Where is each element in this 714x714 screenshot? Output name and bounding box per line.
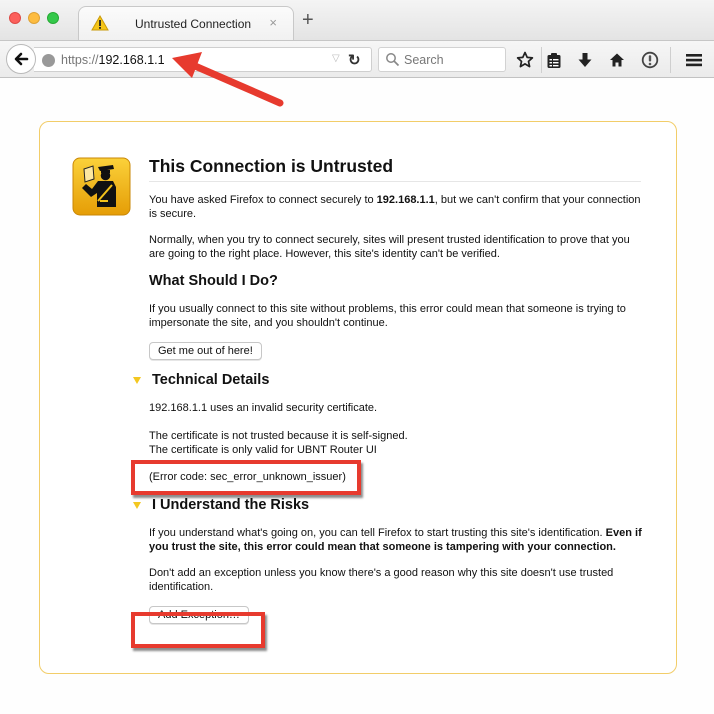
url-dropdown-icon[interactable]: ▽ (332, 53, 340, 64)
get-me-out-button[interactable]: Get me out of here! (149, 342, 262, 360)
risks-text-plain: If you understand what's going on, you c… (149, 527, 603, 539)
normally-text: Normally, when you try to connect secure… (149, 234, 630, 260)
error-code: (Error code: sec_error_unknown_issuer) (149, 471, 346, 483)
bookmark-star-icon[interactable] (515, 50, 535, 70)
reload-icon[interactable]: ↻ (348, 51, 361, 69)
what-should-i-do-heading: What Should I Do? (149, 273, 278, 289)
back-button[interactable] (6, 44, 36, 74)
search-icon (386, 53, 400, 67)
url-scheme: https:// (61, 53, 99, 67)
download-icon[interactable] (575, 50, 595, 70)
understand-risks-toggle[interactable]: I Understand the Risks (133, 497, 649, 513)
expand-triangle-icon (133, 377, 141, 384)
intro-text: You have asked Firefox to connect secure… (149, 193, 649, 221)
globe-icon[interactable] (42, 54, 55, 67)
intro-before: You have asked Firefox to connect secure… (149, 194, 377, 206)
understand-risks-heading: I Understand the Risks (152, 497, 310, 513)
url-text[interactable]: https://192.168.1.1 (61, 53, 165, 67)
add-exception-button[interactable]: Add Exception… (149, 606, 249, 624)
tech-line-valid-for: The certificate is only valid for UBNT R… (149, 444, 377, 456)
officer-badge-icon (72, 157, 131, 216)
browser-window: Untrusted Connection × + https://192.168… (0, 0, 714, 714)
reading-list-icon[interactable] (544, 50, 564, 70)
toolbar-separator (670, 47, 671, 73)
menu-icon[interactable] (684, 50, 704, 70)
error-content: This Connection is Untrusted You have as… (133, 156, 649, 624)
tab-bar: Untrusted Connection × + (0, 0, 714, 40)
close-window-button[interactable] (9, 12, 21, 24)
search-placeholder: Search (404, 53, 444, 67)
zoom-window-button[interactable] (47, 12, 59, 24)
risks-text: If you understand what's going on, you c… (149, 526, 649, 554)
tab-close-icon[interactable]: × (269, 15, 277, 30)
url-bar[interactable]: https://192.168.1.1 ▽ ↻ (34, 47, 372, 72)
exception-advice-text: Don't add an exception unless you know t… (149, 567, 614, 593)
toolbar-separator (541, 47, 542, 73)
warning-triangle-icon (91, 15, 109, 31)
back-arrow-icon (14, 52, 29, 66)
intro-host: 192.168.1.1 (376, 194, 435, 206)
technical-details-toggle[interactable]: Technical Details (133, 372, 649, 388)
minimize-window-button[interactable] (28, 12, 40, 24)
search-bar[interactable]: Search (378, 47, 506, 72)
tech-line-invalid-cert: 192.168.1.1 uses an invalid security cer… (149, 402, 378, 414)
info-icon[interactable] (640, 50, 660, 70)
home-icon[interactable] (607, 50, 627, 70)
tab-untrusted-connection[interactable]: Untrusted Connection × (78, 6, 294, 40)
navigation-toolbar: https://192.168.1.1 ▽ ↻ Search (0, 40, 714, 78)
tech-line-self-signed: The certificate is not trusted because i… (149, 430, 408, 442)
new-tab-button[interactable]: + (302, 10, 314, 30)
page-title: This Connection is Untrusted (149, 156, 641, 182)
what-should-i-do-text: If you usually connect to this site with… (149, 303, 626, 329)
tab-title: Untrusted Connection (135, 17, 252, 31)
expand-triangle-icon (133, 502, 141, 509)
technical-details-heading: Technical Details (152, 372, 270, 388)
url-host: 192.168.1.1 (98, 53, 165, 67)
